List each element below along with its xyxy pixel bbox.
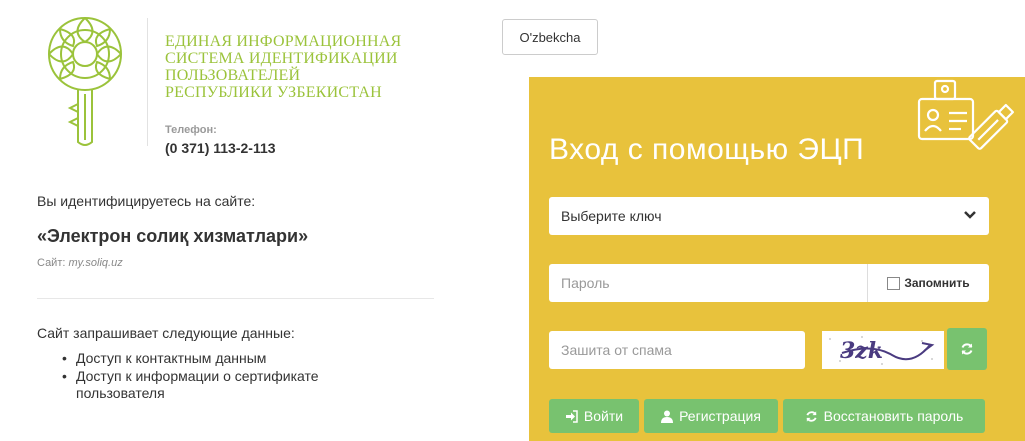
site-url: Сайт: my.soliq.uz xyxy=(37,257,123,269)
login-button-label: Войти xyxy=(583,408,624,424)
password-placeholder: Пароль xyxy=(561,275,610,291)
password-field[interactable]: Пароль xyxy=(549,264,867,302)
list-item: Доступ к информации о сертификате пользо… xyxy=(58,368,398,402)
captcha-image: 3zk xyxy=(822,331,944,369)
phone-number: (0 371) 113-2-113 xyxy=(165,140,276,156)
register-button-label: Регистрация xyxy=(679,408,761,424)
refresh-icon xyxy=(806,410,817,422)
restore-password-label: Восстановить пароль xyxy=(823,408,964,424)
user-icon xyxy=(661,410,674,423)
refresh-icon xyxy=(961,343,973,355)
eds-login-panel: Вход с помощью ЭЦП Выберите ключ Пароль … xyxy=(529,77,1025,441)
logo-emblem xyxy=(48,17,122,146)
captcha-placeholder: Зашита от спама xyxy=(561,342,672,358)
org-title-line: РЕСПУБЛИКИ УЗБЕКИСТАН xyxy=(165,84,382,101)
key-select[interactable]: Выберите ключ xyxy=(549,197,989,235)
org-title-line: ПОЛЬЗОВАТЕЛЕЙ xyxy=(165,67,301,84)
id-card-usb-icon xyxy=(917,79,1015,150)
captcha-input[interactable]: Зашита от спама xyxy=(549,331,805,369)
site-url-value: my.soliq.uz xyxy=(68,257,123,269)
requested-data-title: Сайт запрашивает следующие данные: xyxy=(37,325,295,341)
restore-password-button[interactable]: Восстановить пароль xyxy=(783,399,985,433)
section-divider xyxy=(37,298,434,299)
header-divider xyxy=(147,18,148,146)
remember-label: Запомнить xyxy=(904,276,970,290)
checkbox-box[interactable] xyxy=(887,276,901,290)
organization-title: ЕДИНАЯ ИНФОРМАЦИОННАЯ СИСТЕМА ИДЕНТИФИКА… xyxy=(165,33,445,101)
register-button[interactable]: Регистрация xyxy=(644,399,778,433)
site-url-prefix: Сайт: xyxy=(37,257,66,269)
org-title-line: ЕДИНАЯ ИНФОРМАЦИОННАЯ xyxy=(165,33,402,50)
login-button[interactable]: Войти xyxy=(549,399,639,433)
login-title: Вход с помощью ЭЦП xyxy=(549,133,865,166)
key-select-value: Выберите ключ xyxy=(561,208,662,224)
list-item: Доступ к контактным данным xyxy=(58,350,398,367)
org-title-line: СИСТЕМА ИДЕНТИФИКАЦИИ xyxy=(165,50,398,67)
requested-data-list: Доступ к контактным данным Доступ к инфо… xyxy=(58,350,398,403)
chevron-down-icon xyxy=(964,211,976,219)
identification-intro: Вы идентифицируетесь на сайте: xyxy=(37,193,256,209)
phone-label: Телефон: xyxy=(165,124,217,136)
language-switch-button[interactable]: O'zbekcha xyxy=(502,19,598,55)
site-name: «Электрон солиқ хизматлари» xyxy=(37,226,309,246)
captcha-refresh-button[interactable] xyxy=(947,328,987,370)
sign-in-icon xyxy=(565,409,578,423)
remember-checkbox[interactable]: Запомнить xyxy=(867,264,989,302)
